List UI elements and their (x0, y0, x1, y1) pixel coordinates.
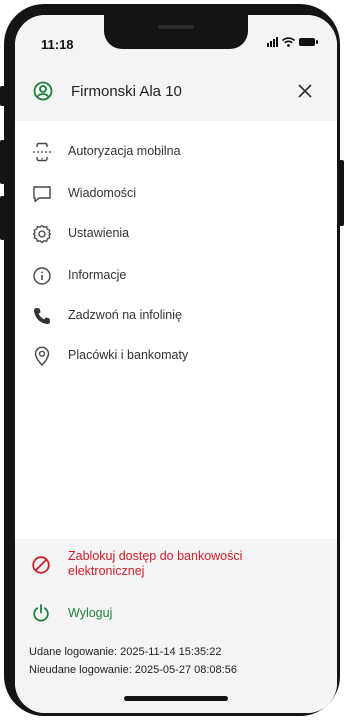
menu-item-branches-atms[interactable]: Placówki i bankomaty (15, 335, 337, 375)
status-bar: 11:18 (15, 15, 337, 61)
phone-screen: 11:18 Firmonski Ala 10 Autoryzacja mobil… (15, 15, 337, 713)
menu-item-label: Informacje (68, 268, 127, 282)
menu-item-label: Zadzwoń na infolinię (68, 308, 182, 322)
menu-item-call-hotline[interactable]: Zadzwoń na infolinię (15, 295, 337, 335)
block-access-button[interactable]: Zablokuj dostęp do bankowości elektronic… (15, 539, 337, 595)
status-icons (267, 37, 318, 47)
wifi-icon (282, 37, 295, 47)
close-icon (298, 84, 312, 98)
signal-icon (267, 37, 278, 47)
gear-icon (32, 224, 52, 244)
battery-icon (299, 38, 318, 46)
notch (104, 15, 248, 49)
power-icon (33, 604, 49, 622)
last-successful-login: Udane logowanie: 2025-11-14 15:35:22 (29, 646, 222, 658)
menu-item-label: Autoryzacja mobilna (68, 144, 181, 158)
block-access-label: Zablokuj dostęp do bankowości elektronic… (68, 549, 243, 578)
message-icon (33, 186, 51, 203)
phone-frame: 11:18 Firmonski Ala 10 Autoryzacja mobil… (4, 4, 340, 716)
menu-item-label: Ustawienia (68, 226, 130, 240)
logout-button[interactable]: Wyloguj (15, 595, 337, 631)
last-failed-login: Nieudane logowanie: 2025-05-27 08:08:56 (29, 664, 237, 676)
menu-list: Autoryzacja mobilna Wiadomości Ustawieni… (15, 121, 337, 539)
menu-item-settings[interactable]: Ustawienia (15, 213, 337, 253)
menu-footer: Zablokuj dostęp do bankowości elektronic… (15, 539, 337, 713)
login-info: Udane logowanie: 2025-11-14 15:35:22 Nie… (29, 643, 237, 679)
logout-label: Wyloguj (68, 606, 113, 620)
close-button[interactable] (291, 77, 319, 105)
mobile-authorization-icon (33, 142, 51, 162)
menu-header: Firmonski Ala 10 (15, 61, 337, 121)
status-time: 11:18 (41, 37, 74, 52)
menu-item-label: Wiadomości (68, 186, 137, 200)
user-icon (33, 81, 53, 101)
menu-item-mobile-authorization[interactable]: Autoryzacja mobilna (15, 131, 337, 171)
speaker-grille (158, 25, 194, 29)
menu-item-messages[interactable]: Wiadomości (15, 173, 337, 213)
phone-icon (33, 308, 50, 325)
block-icon (32, 556, 50, 574)
home-indicator[interactable] (124, 696, 228, 701)
menu-item-information[interactable]: Informacje (15, 255, 337, 295)
account-name: Firmonski Ala 10 (71, 83, 182, 100)
info-icon (33, 267, 51, 285)
location-pin-icon (34, 346, 50, 366)
menu-item-label: Placówki i bankomaty (68, 348, 189, 362)
